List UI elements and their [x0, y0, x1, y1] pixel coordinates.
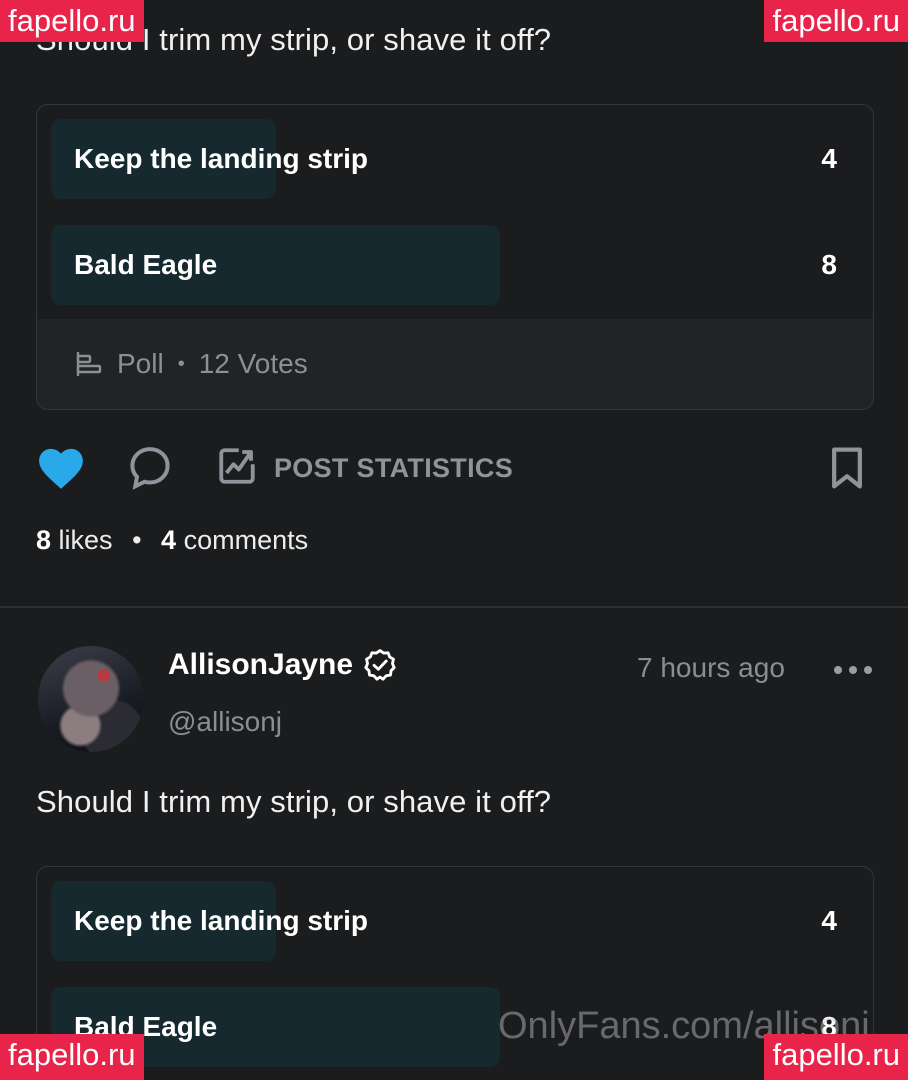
poll-option-label: Keep the landing strip: [74, 905, 369, 936]
feed-page: Should I trim my strip, or shave it off?…: [0, 0, 908, 1080]
more-dots-icon[interactable]: [834, 655, 872, 685]
post-statistics-button[interactable]: POST STATISTICS: [216, 445, 513, 492]
post-statistics-label: POST STATISTICS: [274, 452, 514, 483]
verified-badge-icon: [363, 648, 397, 682]
author-handle[interactable]: @allisonj: [168, 706, 282, 738]
heart-icon[interactable]: [36, 445, 86, 491]
site-watermark-badge: fapello.ru: [764, 1034, 908, 1080]
post-counts: 8 likes • 4 comments: [36, 525, 308, 556]
chart-image-icon: [216, 445, 258, 492]
poll-option-count: 4: [821, 143, 837, 174]
avatar[interactable]: [38, 646, 144, 752]
likes-count: 8: [36, 525, 52, 555]
poll-option-count: 4: [821, 905, 837, 936]
likes-word: likes: [58, 525, 113, 555]
poll-footer: Poll • 12 Votes: [37, 319, 873, 409]
site-watermark-badge: fapello.ru: [764, 0, 908, 42]
poll-type-label: Poll: [117, 348, 164, 379]
poll-option-label: Bald Eagle: [74, 249, 218, 280]
poll-option[interactable]: Keep the landing strip 4: [51, 119, 859, 199]
post-timestamp: 7 hours ago: [637, 652, 785, 683]
bookmark-icon[interactable]: [828, 446, 866, 490]
comments-count[interactable]: 4: [161, 525, 176, 555]
comments-word[interactable]: comments: [184, 525, 309, 555]
poll-option[interactable]: Keep the landing strip 4: [51, 881, 859, 961]
poll-option-label: Keep the landing strip: [74, 143, 369, 174]
site-watermark-badge: fapello.ru: [0, 1034, 144, 1080]
poll-option[interactable]: Bald Eagle 8: [51, 225, 859, 305]
separator-dot: •: [132, 525, 142, 555]
poll-bars-icon: [75, 351, 103, 377]
poll-votes-label: 12 Votes: [198, 348, 308, 379]
poll-card: Keep the landing strip 4 Bald Eagle 8 Po…: [36, 104, 874, 410]
separator-dot: •: [177, 352, 185, 375]
post-divider: [0, 606, 908, 608]
poll-option-count: 8: [821, 249, 837, 280]
comment-bubble-icon[interactable]: [128, 445, 172, 491]
post-text: Should I trim my strip, or shave it off?: [36, 784, 552, 819]
author-name-text: AllisonJayne: [168, 648, 354, 681]
site-watermark-badge: fapello.ru: [0, 0, 144, 42]
post-actions: POST STATISTICS: [36, 438, 874, 498]
author-name[interactable]: AllisonJayne: [168, 648, 397, 682]
